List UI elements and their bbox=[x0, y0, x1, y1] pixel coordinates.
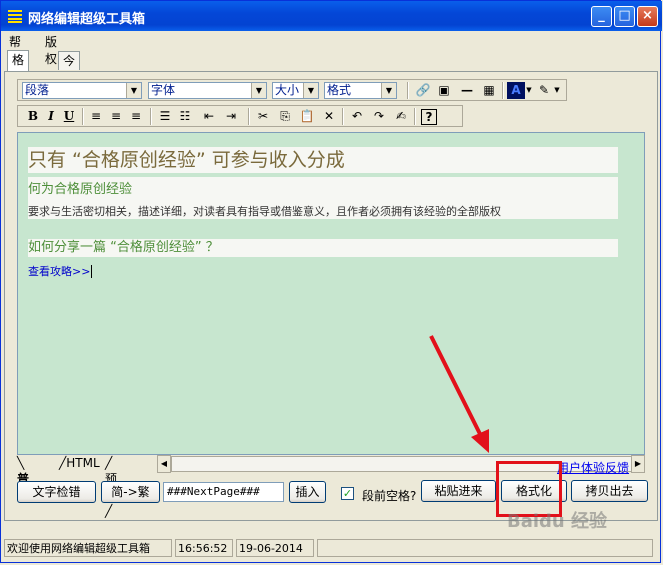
chevron-down-icon: ▼ bbox=[126, 83, 141, 98]
convert-button[interactable]: 简->繁 bbox=[101, 481, 160, 503]
indent-icon[interactable]: ⇥ bbox=[222, 108, 240, 125]
view-tab-normal[interactable]: ╲普通 bbox=[17, 455, 29, 502]
align-right-icon[interactable]: ≡ bbox=[127, 108, 145, 125]
status-time: 16:56:52 bbox=[175, 539, 233, 557]
image-icon[interactable]: ▣ bbox=[435, 82, 453, 99]
view-tab-preview[interactable]: ╱预览╱ bbox=[105, 455, 117, 518]
edit-note-icon[interactable]: ✍ bbox=[392, 108, 410, 125]
cut-icon[interactable]: ✂ bbox=[254, 108, 272, 125]
view-tab-html-label: HTML bbox=[66, 456, 100, 470]
toolbar-separator bbox=[342, 108, 344, 125]
help-icon[interactable]: ? bbox=[421, 109, 437, 125]
font-select-value: 字体 bbox=[151, 83, 176, 97]
chevron-down-icon[interactable]: ▼ bbox=[525, 82, 533, 99]
tab-format[interactable]: 格式化 bbox=[7, 50, 30, 105]
chevron-down-icon[interactable]: ▼ bbox=[553, 82, 561, 99]
numbered-list-icon[interactable]: ☰ bbox=[156, 108, 174, 125]
format-select-value: 格式 bbox=[327, 83, 352, 97]
align-center-icon[interactable]: ≡ bbox=[107, 108, 125, 125]
chevron-down-icon: ▼ bbox=[303, 83, 318, 98]
delete-icon[interactable]: ✕ bbox=[320, 108, 338, 125]
nextpage-field[interactable]: ###NextPage### bbox=[163, 482, 284, 502]
menu-copyright[interactable]: 版权 bbox=[45, 33, 57, 67]
toolbar-separator bbox=[414, 108, 416, 125]
space-checkbox[interactable]: ✓ bbox=[341, 487, 354, 500]
tab-today-focus[interactable]: 今日焦点 bbox=[58, 51, 81, 125]
space-checkbox-label: 段前空格? bbox=[362, 489, 417, 503]
editor-subheading: 何为合格原创经验 bbox=[28, 182, 133, 197]
toolbar-row-1: 段落 ▼ 字体 ▼ 大小 ▼ 格式 ▼ 🔗 ▣ — ▦ A ▼ ✎ ▼ bbox=[17, 79, 567, 101]
watermark: Baidu 经验 bbox=[507, 511, 608, 532]
bullet-list-icon[interactable]: ☷ bbox=[176, 108, 194, 125]
annotation-arrow bbox=[429, 335, 489, 453]
paragraph-select-value: 段落 bbox=[25, 83, 50, 97]
rich-text-editor[interactable]: 只有 “合格原创经验” 可参与收入分成 何为合格原创经验 要求与生活密切相关，描… bbox=[17, 132, 645, 455]
status-extra bbox=[317, 539, 653, 557]
link-icon[interactable]: 🔗 bbox=[414, 82, 432, 99]
highlight-pen-icon[interactable]: ✎ bbox=[535, 82, 553, 99]
paste-in-button[interactable]: 粘贴进来 bbox=[421, 480, 496, 502]
copy-out-button[interactable]: 拷贝出去 bbox=[571, 480, 648, 502]
status-date: 19-06-2014 bbox=[236, 539, 314, 557]
italic-button[interactable]: I bbox=[42, 108, 60, 125]
format-select[interactable]: 格式 ▼ bbox=[324, 82, 397, 99]
maximize-button[interactable]: □ bbox=[614, 6, 635, 27]
toolbar-separator bbox=[150, 108, 152, 125]
toolbar-separator bbox=[82, 108, 84, 125]
chevron-down-icon: ▼ bbox=[381, 83, 396, 98]
undo-icon[interactable]: ↶ bbox=[348, 108, 366, 125]
table-icon[interactable]: ▦ bbox=[480, 82, 498, 99]
scroll-right-icon[interactable]: ▶ bbox=[631, 455, 645, 473]
copy-icon[interactable]: ⎘ bbox=[276, 108, 294, 125]
guide-link[interactable]: 查看攻略>> bbox=[28, 265, 90, 278]
app-window: 网络编辑超级工具箱 _ □ × 帮助 版权 格式化 今日焦点 段落 ▼ 字体 ▼… bbox=[0, 0, 662, 563]
close-button[interactable]: × bbox=[637, 6, 658, 27]
redo-icon[interactable]: ↷ bbox=[370, 108, 388, 125]
toolbar-separator bbox=[502, 82, 504, 99]
chevron-down-icon: ▼ bbox=[251, 83, 266, 98]
paragraph-select[interactable]: 段落 ▼ bbox=[22, 82, 142, 99]
editor-heading: 只有 “合格原创经验” 可参与收入分成 bbox=[28, 147, 618, 173]
status-bar: 欢迎使用网络编辑超级工具箱 16:56:52 19-06-2014 bbox=[4, 537, 658, 559]
toolbar-separator bbox=[248, 108, 250, 125]
editor-question: 如何分享一篇 “合格原创经验” ？ bbox=[28, 239, 618, 257]
editor-info-block: 何为合格原创经验 要求与生活密切相关，描述详细，对读者具有指导或借鉴意义，且作者… bbox=[28, 177, 618, 219]
paste-icon[interactable]: 📋 bbox=[298, 108, 316, 125]
text-caret bbox=[91, 265, 93, 278]
align-left-icon[interactable]: ≡ bbox=[87, 108, 105, 125]
font-select[interactable]: 字体 ▼ bbox=[148, 82, 267, 99]
size-select-value: 大小 bbox=[275, 83, 300, 97]
status-message: 欢迎使用网络编辑超级工具箱 bbox=[4, 539, 172, 557]
bold-button[interactable]: B bbox=[24, 108, 42, 125]
underline-button[interactable]: U bbox=[60, 108, 78, 125]
horizontal-rule-icon[interactable]: — bbox=[458, 82, 476, 99]
view-tab-html[interactable]: ╱HTML bbox=[59, 455, 100, 471]
title-bar: 网络编辑超级工具箱 _ □ × bbox=[1, 1, 662, 31]
toolbar-separator bbox=[407, 82, 409, 99]
feedback-link[interactable]: 用户体验反馈 bbox=[557, 459, 629, 476]
window-title: 网络编辑超级工具箱 bbox=[28, 12, 146, 27]
scroll-left-icon[interactable]: ◀ bbox=[157, 455, 171, 473]
minimize-button[interactable]: _ bbox=[591, 6, 612, 27]
font-color-icon[interactable]: A bbox=[507, 82, 525, 99]
editor-description: 要求与生活密切相关，描述详细，对读者具有指导或借鉴意义，且作者必须拥有该经验的全… bbox=[28, 205, 501, 218]
toolbar-row-2: B I U ≡ ≡ ≡ ☰ ☷ ⇤ ⇥ ✂ ⎘ 📋 ✕ ↶ ↷ ✍ ? bbox=[17, 105, 463, 127]
outdent-icon[interactable]: ⇤ bbox=[200, 108, 218, 125]
insert-button[interactable]: 插入 bbox=[289, 481, 326, 503]
app-icon bbox=[8, 10, 22, 23]
spellcheck-button[interactable]: 文字检错 bbox=[17, 481, 96, 503]
editor-link-line: 查看攻略>> bbox=[28, 263, 93, 279]
size-select[interactable]: 大小 ▼ bbox=[272, 82, 319, 99]
